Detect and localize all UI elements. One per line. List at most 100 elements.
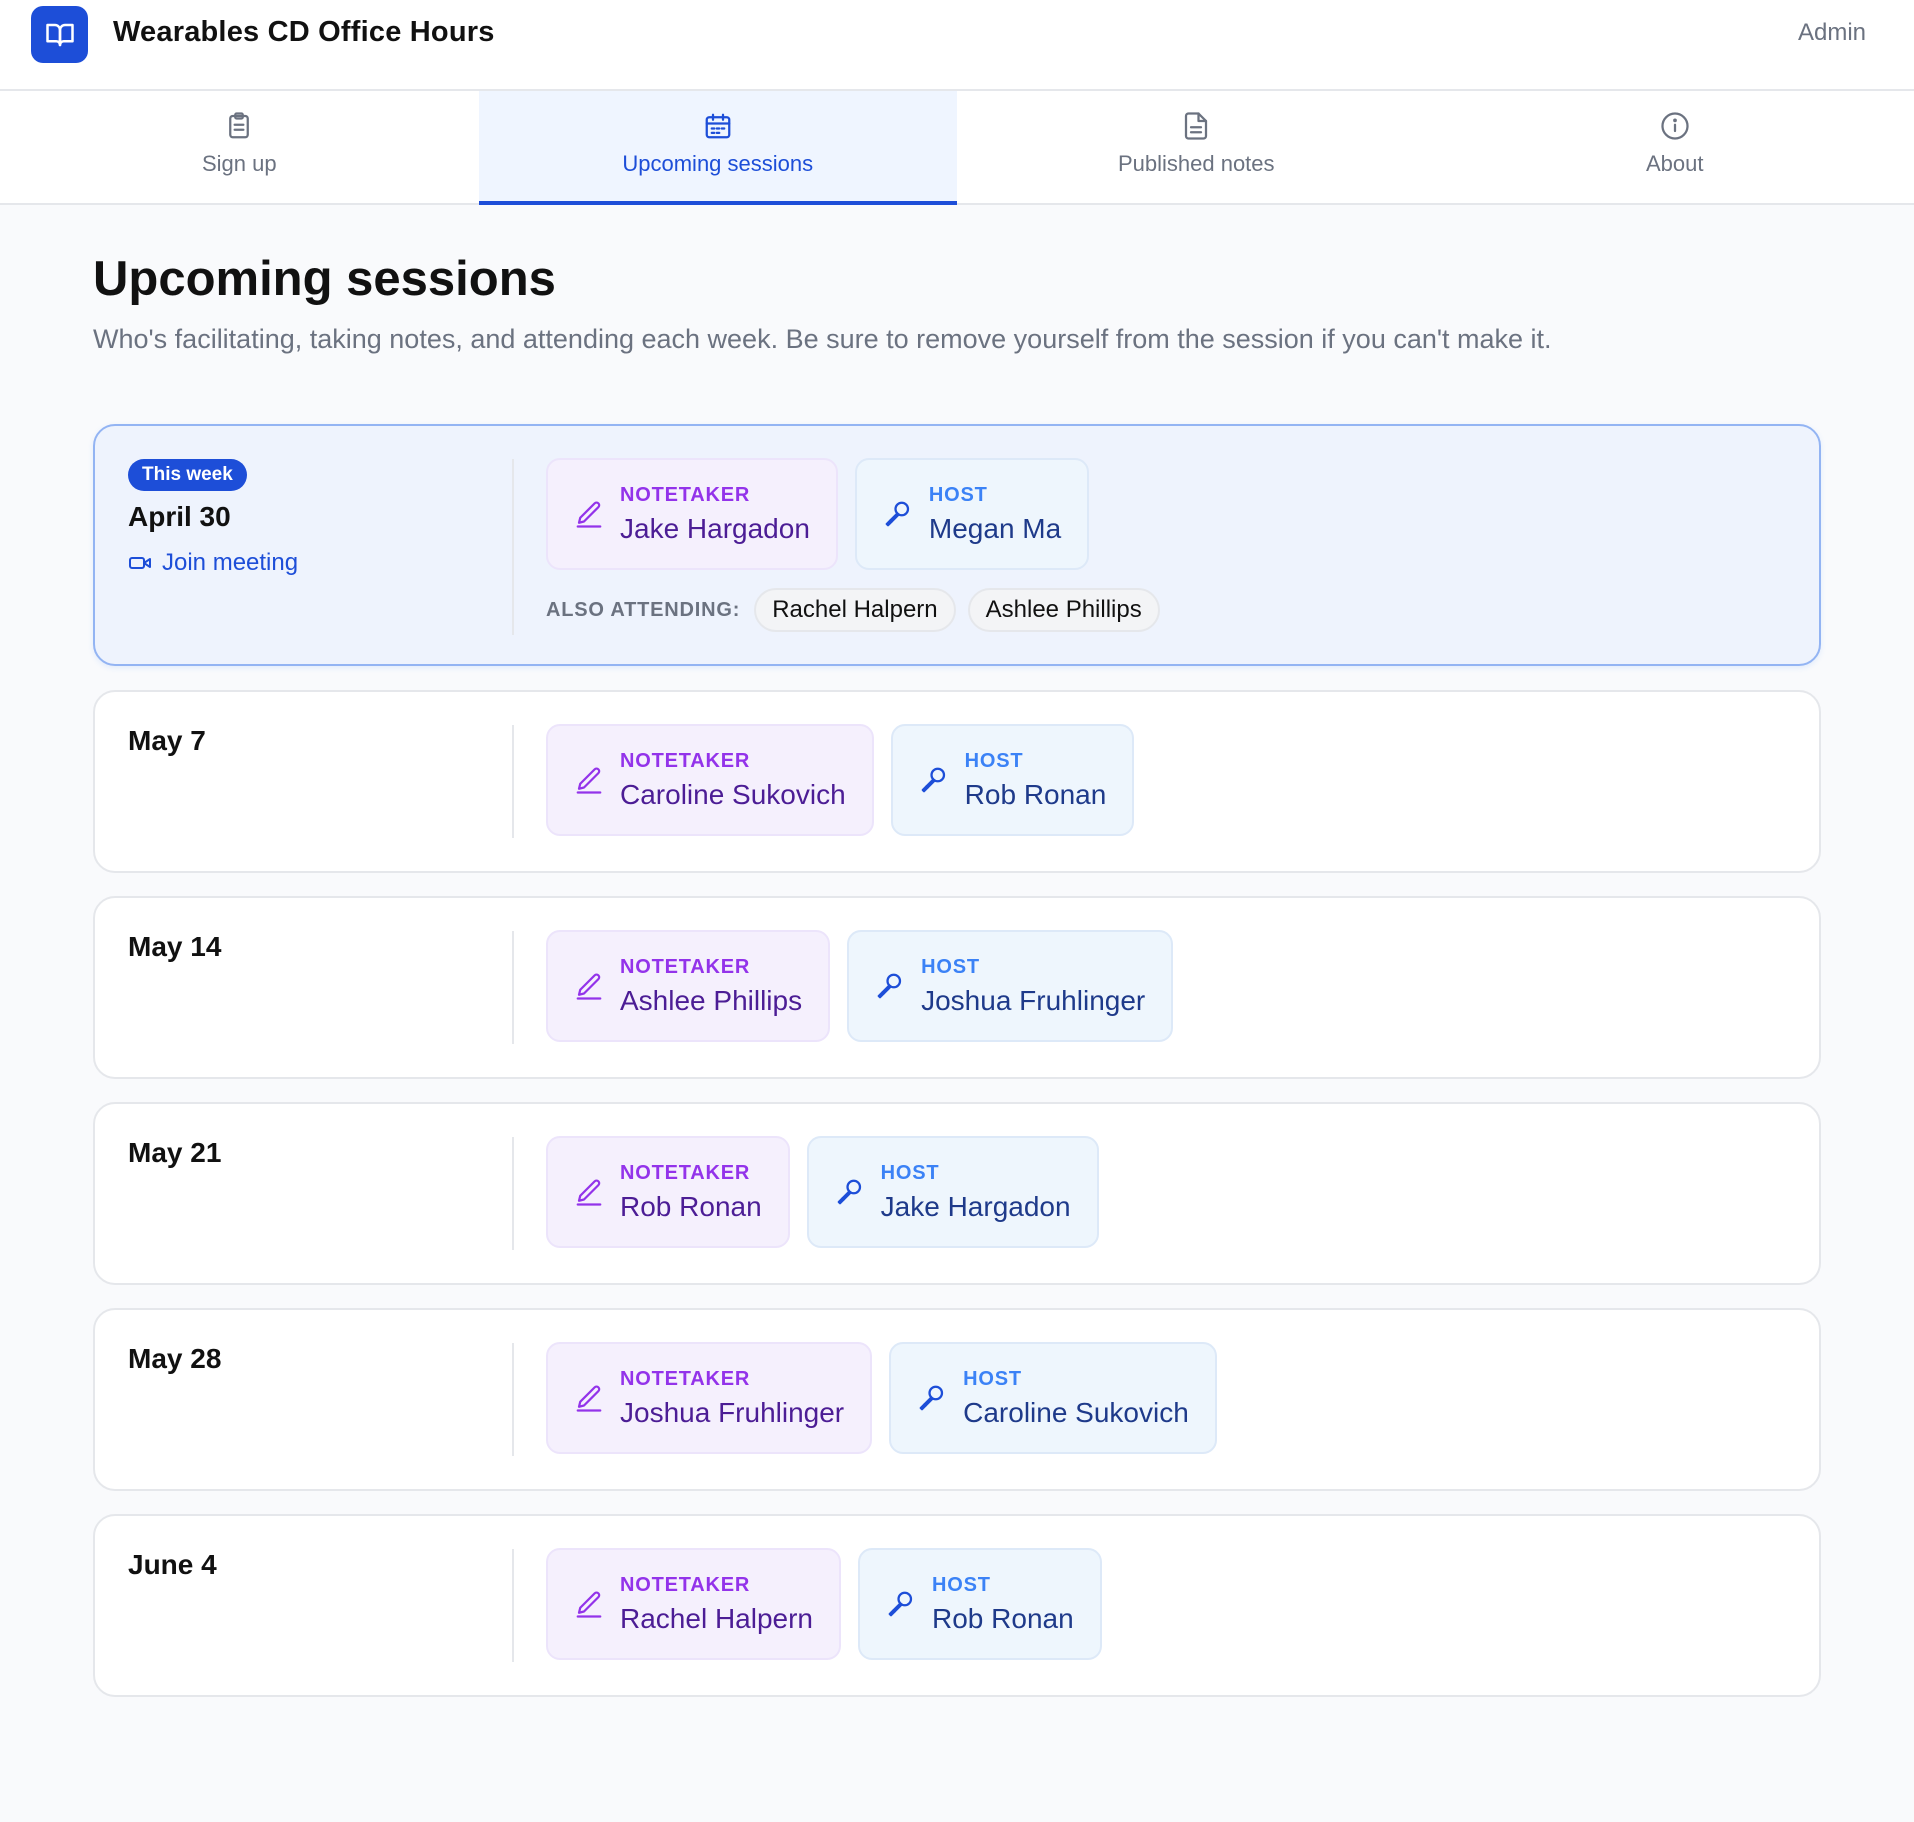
pencil-icon <box>576 1179 602 1206</box>
notetaker-name: Jake Hargadon <box>620 512 810 544</box>
host-name: Megan Ma <box>928 512 1062 544</box>
notetaker-label: NOTETAKER <box>620 483 751 506</box>
notetaker-name: Joshua Fruhlinger <box>620 1396 845 1428</box>
microphone-icon <box>837 1179 861 1205</box>
notetaker-name: Caroline Sukovich <box>620 778 846 810</box>
session-date: May 21 <box>128 1137 222 1168</box>
pencil-icon <box>576 973 602 1000</box>
app-title: Wearables CD Office Hours <box>113 16 495 48</box>
document-icon <box>1185 112 1208 140</box>
host-label: HOST <box>963 1367 1022 1390</box>
session-roles: NOTETAKER Joshua Fruhlinger HOST Carolin… <box>546 1342 1217 1454</box>
notetaker-chip: NOTETAKER Joshua Fruhlinger <box>546 1342 873 1454</box>
notetaker-label: NOTETAKER <box>620 1573 751 1596</box>
page-title: Upcoming sessions <box>93 252 556 306</box>
tab-bar: Sign up Upcoming sessions Published note… <box>0 91 1914 205</box>
join-meeting-link[interactable]: Join meeting <box>128 549 508 577</box>
info-icon <box>1661 112 1689 140</box>
notetaker-chip: NOTETAKER Ashlee Phillips <box>546 930 831 1042</box>
attendee-chip: Rachel Halpern <box>754 588 956 632</box>
session-card: May 21 NOTETAKER Rob Ronan HOST Jake Har… <box>93 1102 1821 1285</box>
pencil-icon <box>576 1385 602 1412</box>
clipboard-icon <box>229 112 250 139</box>
session-date: April 30 <box>128 501 231 532</box>
tab-about[interactable]: About <box>1436 91 1914 203</box>
session-date: May 28 <box>128 1343 222 1374</box>
session-info: May 14 <box>128 931 508 963</box>
join-meeting-label: Join meeting <box>162 549 299 576</box>
microphone-icon <box>919 1385 944 1411</box>
tab-label: Sign up <box>201 151 277 176</box>
session-info: May 7 <box>128 725 508 757</box>
attendee-chip: Ashlee Phillips <box>967 588 1160 632</box>
pencil-icon <box>576 1591 602 1618</box>
divider <box>512 1137 514 1250</box>
notetaker-chip: NOTETAKER Rob Ronan <box>546 1136 790 1248</box>
host-name: Jake Hargadon <box>880 1190 1071 1222</box>
pencil-icon <box>576 767 602 794</box>
host-label: HOST <box>964 749 1024 772</box>
notetaker-label: NOTETAKER <box>620 955 751 978</box>
divider <box>512 459 514 635</box>
host-chip: HOST Joshua Fruhlinger <box>847 930 1174 1042</box>
also-attending: ALSO ATTENDING: Rachel Halpern Ashlee Ph… <box>546 588 1172 632</box>
video-camera-icon <box>129 557 151 569</box>
host-chip: HOST Jake Hargadon <box>806 1136 1099 1248</box>
session-date: May 7 <box>128 725 206 756</box>
microphone-icon <box>921 767 945 793</box>
session-roles: NOTETAKER Rob Ronan HOST Jake Hargadon <box>546 1136 1099 1248</box>
host-label: HOST <box>932 1573 991 1596</box>
page-subtitle: Who's facilitating, taking notes, and at… <box>93 324 1552 354</box>
session-info: June 4 <box>128 1549 508 1581</box>
tab-upcoming-sessions[interactable]: Upcoming sessions <box>478 91 957 205</box>
host-chip: HOST Caroline Sukovich <box>889 1342 1217 1454</box>
host-chip: HOST Megan Ma <box>854 458 1090 570</box>
host-name: Rob Ronan <box>964 778 1107 810</box>
session-card: May 7 NOTETAKER Caroline Sukovich HOST R… <box>93 690 1821 873</box>
notetaker-name: Rob Ronan <box>620 1190 762 1222</box>
tab-published-notes[interactable]: Published notes <box>957 91 1436 203</box>
session-date: May 14 <box>128 931 222 962</box>
notetaker-chip: NOTETAKER Caroline Sukovich <box>546 724 874 836</box>
divider <box>512 725 514 838</box>
notetaker-chip: NOTETAKER Jake Hargadon <box>546 458 838 570</box>
admin-link[interactable]: Admin <box>1798 19 1866 47</box>
tab-sign-up[interactable]: Sign up <box>0 91 479 203</box>
host-name: Rob Ronan <box>932 1602 1074 1634</box>
host-label: HOST <box>880 1161 940 1184</box>
pencil-icon <box>576 501 602 528</box>
host-name: Caroline Sukovich <box>963 1396 1189 1428</box>
session-card-current: This week April 30 Join meeting NOTETAKE… <box>93 424 1821 666</box>
tab-label: Published notes <box>1117 151 1275 176</box>
top-bar: Wearables CD Office Hours Admin <box>0 0 1914 91</box>
tab-label: About <box>1646 151 1704 176</box>
divider <box>512 931 514 1044</box>
session-roles: NOTETAKER Jake Hargadon HOST Megan Ma <box>546 458 1090 570</box>
tab-label: Upcoming sessions <box>622 151 814 176</box>
notetaker-name: Ashlee Phillips <box>620 984 803 1016</box>
book-open-icon[interactable] <box>31 6 88 63</box>
session-info: May 21 <box>128 1137 508 1169</box>
calendar-icon <box>705 113 731 139</box>
session-roles: NOTETAKER Rachel Halpern HOST Rob Ronan <box>546 1548 1102 1660</box>
session-roles: NOTETAKER Ashlee Phillips HOST Joshua Fr… <box>546 930 1174 1042</box>
notetaker-label: NOTETAKER <box>620 1367 751 1390</box>
host-chip: HOST Rob Ronan <box>858 1548 1102 1660</box>
divider <box>512 1343 514 1456</box>
host-name: Joshua Fruhlinger <box>921 984 1146 1016</box>
session-roles: NOTETAKER Caroline Sukovich HOST Rob Ron… <box>546 724 1135 836</box>
notetaker-name: Rachel Halpern <box>620 1602 813 1634</box>
microphone-icon <box>888 1591 913 1617</box>
host-chip: HOST Rob Ronan <box>890 724 1135 836</box>
divider <box>512 1549 514 1662</box>
microphone-icon <box>877 973 902 999</box>
notetaker-label: NOTETAKER <box>620 749 751 772</box>
session-info: This week April 30 Join meeting <box>128 459 508 577</box>
notetaker-chip: NOTETAKER Rachel Halpern <box>546 1548 841 1660</box>
host-label: HOST <box>928 483 988 506</box>
session-info: May 28 <box>128 1343 508 1375</box>
microphone-icon <box>885 501 910 527</box>
host-label: HOST <box>921 955 980 978</box>
also-attending-label: ALSO ATTENDING: <box>546 598 741 621</box>
session-card: May 28 NOTETAKER Joshua Fruhlinger HOST … <box>93 1308 1821 1491</box>
